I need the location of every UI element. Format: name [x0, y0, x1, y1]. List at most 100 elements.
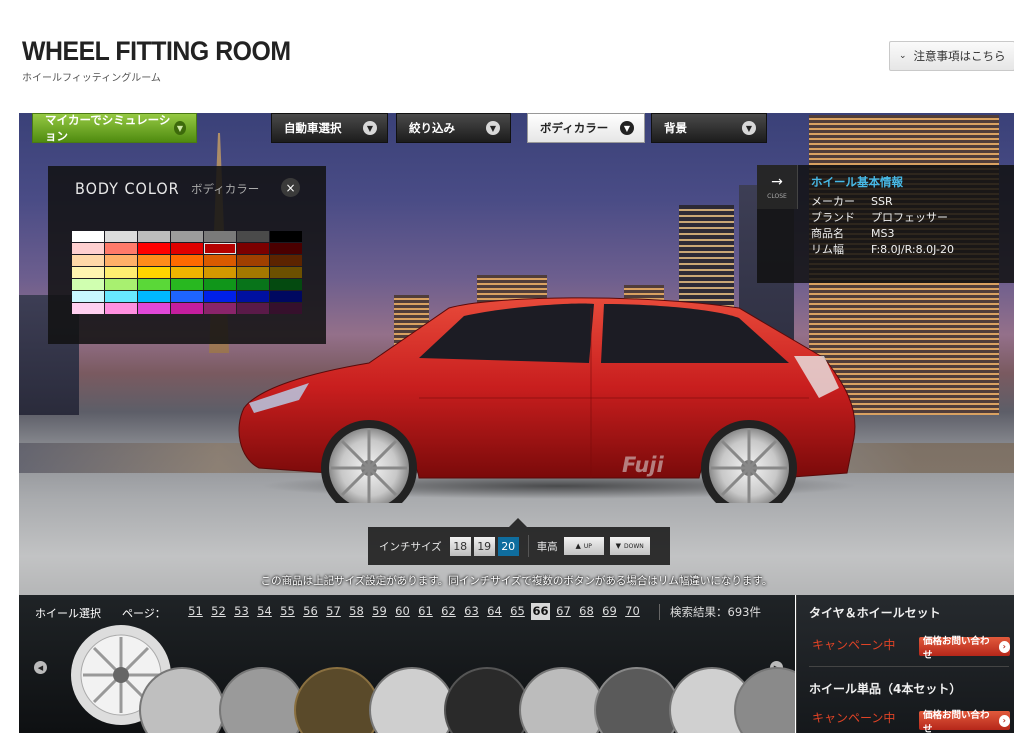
page-link[interactable]: 52 — [207, 603, 230, 620]
height-label: 車高 — [536, 540, 558, 553]
page-link[interactable]: 62 — [437, 603, 460, 620]
color-swatch[interactable] — [204, 255, 236, 266]
color-swatch[interactable] — [72, 279, 104, 290]
color-swatch[interactable] — [237, 231, 269, 242]
color-swatch[interactable] — [138, 291, 170, 302]
notice-button[interactable]: ⌄ 注意事項はこちら — [889, 41, 1014, 71]
color-swatch[interactable] — [105, 231, 137, 242]
close-icon[interactable]: × — [281, 178, 300, 197]
inch-button-18[interactable]: 18 — [449, 536, 471, 556]
color-swatch[interactable] — [204, 243, 236, 254]
info-key: 商品名 — [811, 227, 844, 240]
color-swatch[interactable] — [105, 267, 137, 278]
inch-button-19[interactable]: 19 — [473, 536, 495, 556]
page-link[interactable]: 51 — [184, 603, 207, 620]
page-link[interactable]: 67 — [552, 603, 575, 620]
color-swatch[interactable] — [72, 243, 104, 254]
close-label: CLOSE — [767, 192, 787, 200]
page-link[interactable]: 68 — [575, 603, 598, 620]
size-height-bar: インチサイズ 18 19 20 車高 ▲ UP ▼ DOWN — [368, 518, 670, 565]
page-link[interactable]: 55 — [276, 603, 299, 620]
color-swatch[interactable] — [204, 303, 236, 314]
color-swatch[interactable] — [138, 303, 170, 314]
tab-body-color[interactable]: ボディカラー ▼ — [527, 113, 645, 143]
pagination: 51 52 53 54 55 56 57 58 59 60 61 62 63 64 65 66 67 68 69 70 — [184, 603, 644, 620]
color-swatch[interactable] — [270, 243, 302, 254]
color-swatch[interactable] — [72, 267, 104, 278]
height-down-button[interactable]: ▼ DOWN — [609, 537, 650, 555]
prev-arrow-icon[interactable]: ◀ — [34, 661, 47, 674]
color-swatch[interactable] — [138, 279, 170, 290]
color-swatch[interactable] — [237, 255, 269, 266]
tab-filter[interactable]: 絞り込み ▼ — [396, 113, 511, 143]
color-swatch[interactable] — [138, 255, 170, 266]
color-swatch[interactable] — [270, 279, 302, 290]
color-swatch[interactable] — [171, 303, 203, 314]
color-swatch[interactable] — [105, 303, 137, 314]
color-swatch[interactable] — [72, 291, 104, 302]
page-link[interactable]: 53 — [230, 603, 253, 620]
page-link[interactable]: 63 — [460, 603, 483, 620]
color-swatch[interactable] — [171, 291, 203, 302]
color-swatch[interactable] — [237, 291, 269, 302]
color-swatch[interactable] — [171, 243, 203, 254]
page-link[interactable]: 56 — [299, 603, 322, 620]
color-swatch[interactable] — [270, 303, 302, 314]
body-color-title: BODY COLOR — [75, 179, 180, 198]
color-swatch[interactable] — [270, 231, 302, 242]
color-swatch[interactable] — [237, 243, 269, 254]
color-swatch[interactable] — [171, 231, 203, 242]
page-link[interactable]: 66 — [531, 603, 550, 620]
campaign-label: キャンペーン中 — [812, 638, 896, 652]
inquiry-button-single[interactable]: 価格お問い合わせ › — [919, 710, 1010, 733]
arrow-right-icon: → — [771, 173, 783, 190]
color-swatch[interactable] — [105, 279, 137, 290]
page-link[interactable]: 69 — [598, 603, 621, 620]
page-link[interactable]: 59 — [368, 603, 391, 620]
page-link[interactable]: 61 — [414, 603, 437, 620]
color-swatch[interactable] — [72, 303, 104, 314]
color-swatch[interactable] — [171, 267, 203, 278]
page-link[interactable]: 64 — [483, 603, 506, 620]
color-swatch[interactable] — [171, 255, 203, 266]
simulation-stage: Fuji マイカーでシミュレーション ▼ 自動車選択 ▼ 絞り込み ▼ ボディカ… — [19, 113, 1014, 595]
color-swatch[interactable] — [237, 267, 269, 278]
info-close-button[interactable]: → CLOSE — [757, 165, 798, 209]
page-title: WHEEL FITTING ROOM — [22, 36, 291, 66]
color-swatch[interactable] — [105, 255, 137, 266]
color-swatch[interactable] — [237, 303, 269, 314]
color-swatch[interactable] — [270, 291, 302, 302]
color-swatch[interactable] — [204, 279, 236, 290]
color-swatch[interactable] — [204, 291, 236, 302]
page-link[interactable]: 60 — [391, 603, 414, 620]
height-up-button[interactable]: ▲ UP — [563, 537, 604, 555]
color-swatch[interactable] — [72, 231, 104, 242]
color-swatch[interactable] — [138, 231, 170, 242]
color-swatch[interactable] — [204, 231, 236, 242]
color-swatch[interactable] — [204, 267, 236, 278]
notice-button-label: 注意事項はこちら — [913, 49, 1006, 63]
info-row-maker: メーカー SSR — [811, 194, 954, 210]
page-link[interactable]: 54 — [253, 603, 276, 620]
color-swatch[interactable] — [72, 255, 104, 266]
tab-mycar-simulation[interactable]: マイカーでシミュレーション ▼ — [32, 113, 197, 143]
color-swatch-grid — [72, 231, 302, 314]
inquiry-button-set[interactable]: 価格お問い合わせ › — [919, 636, 1010, 661]
color-swatch[interactable] — [105, 243, 137, 254]
color-swatch[interactable] — [237, 279, 269, 290]
info-key: メーカー — [811, 195, 855, 208]
color-swatch[interactable] — [105, 291, 137, 302]
tab-background[interactable]: 背景 ▼ — [651, 113, 767, 143]
page-link[interactable]: 70 — [621, 603, 644, 620]
color-swatch[interactable] — [138, 243, 170, 254]
color-swatch[interactable] — [171, 279, 203, 290]
inch-button-20[interactable]: 20 — [497, 536, 519, 556]
color-swatch[interactable] — [138, 267, 170, 278]
page-link[interactable]: 58 — [345, 603, 368, 620]
wheel-thumb-row[interactable] — [137, 665, 795, 733]
color-swatch[interactable] — [270, 267, 302, 278]
page-link[interactable]: 57 — [322, 603, 345, 620]
color-swatch[interactable] — [270, 255, 302, 266]
tab-car-select[interactable]: 自動車選択 ▼ — [271, 113, 388, 143]
page-link[interactable]: 65 — [506, 603, 529, 620]
